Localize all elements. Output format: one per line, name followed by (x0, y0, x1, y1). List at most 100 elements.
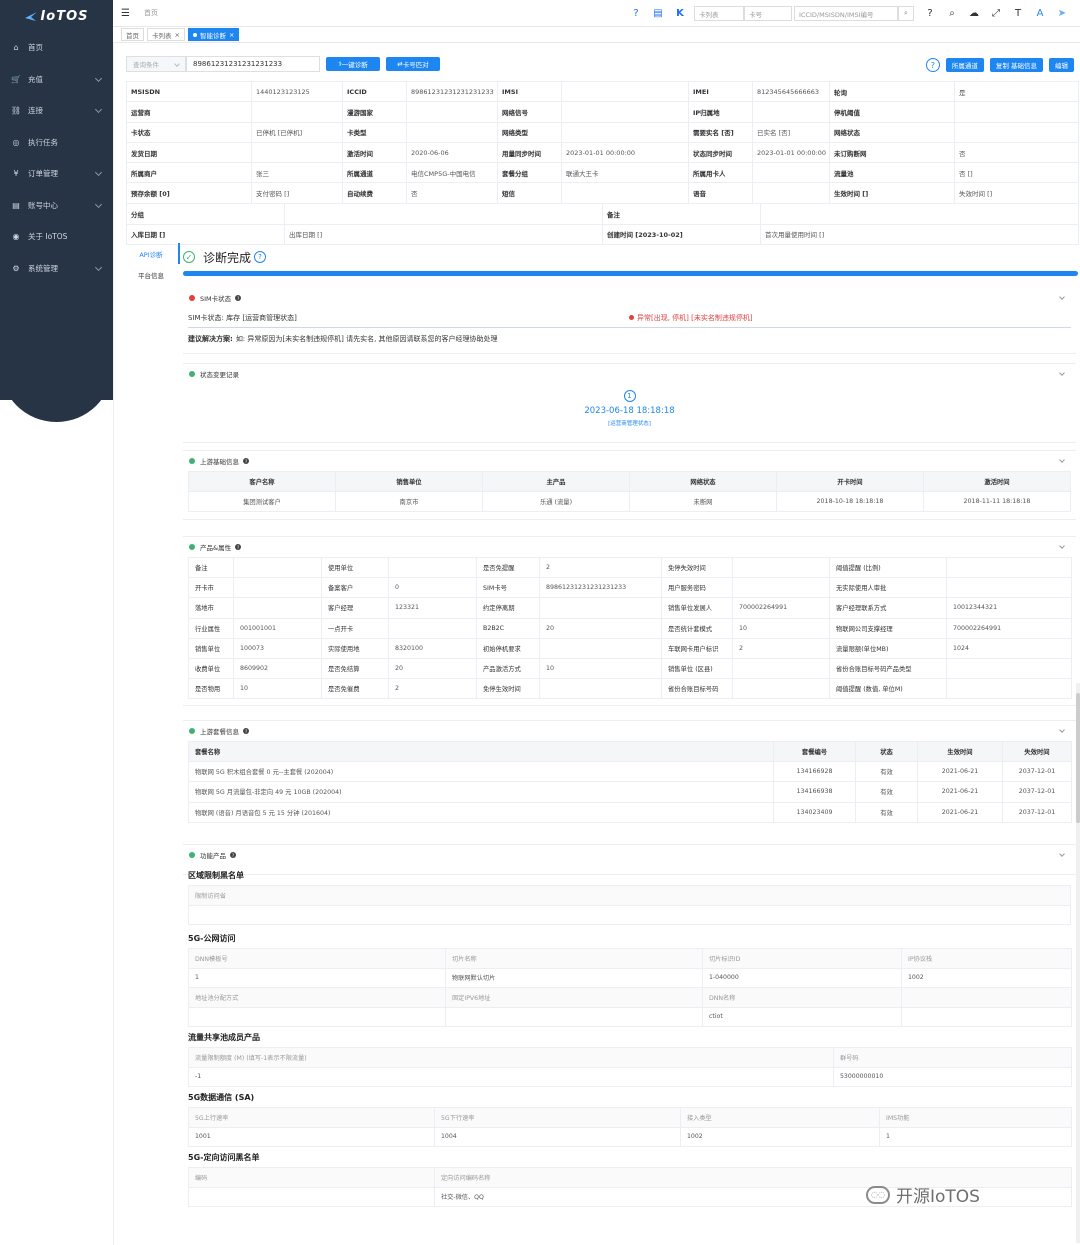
sidebar-item[interactable]: ⚙ 系统管理 (0, 253, 113, 285)
field-value: 100073 (233, 637, 322, 659)
scrollbar-thumb[interactable] (1076, 693, 1080, 823)
chevron-down-icon[interactable] (1059, 294, 1065, 300)
table-row: 备注 使用单位 是否免提醒 2 免停失效时间 阈值提醒 (比例) (188, 556, 1072, 579)
wechat-icon: ◌◌ (866, 1185, 890, 1204)
help-icon[interactable]: ? (628, 6, 644, 22)
field-value: 10 (732, 617, 830, 639)
font-size-icon[interactable]: T (1010, 6, 1026, 22)
field-label: 短信 (497, 182, 562, 204)
help-icon[interactable]: ? (235, 295, 242, 301)
hamburger-icon[interactable]: ☰ (121, 8, 130, 19)
timeline-step-icon: 1 (623, 390, 636, 402)
field-label: 创建时间 [2023-10-02] (602, 223, 761, 245)
avatar[interactable]: ➤ (1054, 6, 1070, 22)
sidebar-item[interactable]: ◎ 执行任务 (0, 127, 113, 159)
chevron-down-icon[interactable] (1059, 457, 1065, 463)
table-header-cell: 切片名称 (445, 948, 703, 969)
field-value: 否 (406, 182, 498, 204)
edit-button[interactable]: 编辑 (1049, 58, 1074, 72)
field-label: 状态同步时间 (688, 141, 753, 164)
field-value: 电信CMP5G-中国电信 (406, 162, 498, 184)
field-value: 出库日期 [] (284, 223, 603, 245)
sidebar-item[interactable]: ¥ 订单管理 (0, 158, 113, 190)
func-products-header[interactable]: 功能产品 ? (183, 845, 1076, 865)
sim-status-header[interactable]: SIM卡状态 ? (183, 288, 1076, 308)
table-header-row: 客户名称 销售单位 主产品 网络状态 开卡时间 激活时间 (188, 470, 1071, 493)
field-value (752, 101, 830, 123)
diagnose-panel: ✓ 诊断完成 ? (183, 243, 1078, 276)
logo[interactable]: IoTOS (0, 0, 113, 32)
field-label: 自动续费 (342, 182, 407, 204)
card-list-select[interactable]: 卡列表 (694, 6, 744, 21)
help-icon[interactable]: ? (925, 58, 940, 72)
sa-5g-title: 5G数据通信 (SA) (188, 1092, 255, 1102)
sidebar-item-label: 充值 (28, 74, 43, 84)
help-icon[interactable]: ? (230, 852, 236, 858)
document-icon[interactable]: ▤ (650, 6, 666, 22)
product-attr-header[interactable]: 产品&属性 ? (183, 537, 1076, 557)
query-condition-select[interactable]: 查询条件 (126, 56, 186, 72)
compare-button[interactable]: ⇄ 卡号匹对 (386, 57, 440, 71)
card-number-select[interactable]: 卡号 (744, 6, 792, 21)
sidebar-item[interactable]: ▤ 账号中心 (0, 190, 113, 222)
help-icon[interactable]: ? (243, 728, 249, 734)
table-row: 运营商 漫游国家 网络信号 IP归属地 停机阈值 (126, 101, 1079, 123)
state-change-header[interactable]: 状态变更记录 (183, 364, 1076, 384)
sidebar-item[interactable]: ⌂ 首页 (0, 32, 113, 64)
field-value (946, 657, 1072, 680)
cloud-icon[interactable]: ☁ (966, 6, 982, 22)
tab-item[interactable]: 卡列表 × (147, 28, 185, 41)
upstream-basic-header[interactable]: 上游基础信息 ? (183, 451, 1076, 471)
help-icon[interactable]: ? (254, 251, 267, 263)
card-number-input[interactable]: 89861231231231231233 (186, 56, 320, 72)
card-number-select-value: 卡号 (749, 10, 762, 19)
help-icon[interactable]: ? (235, 544, 242, 550)
field-label: 约定停离期 (476, 597, 540, 619)
translate-icon[interactable]: A (1032, 6, 1048, 22)
search-icon[interactable]: ⌕ (898, 6, 914, 21)
sidebar-item[interactable]: 🛒 充值 (0, 64, 113, 96)
close-icon[interactable]: × (175, 31, 180, 39)
brand-icon[interactable]: K (672, 6, 688, 22)
diagnose-tab[interactable]: 平台信息 (122, 264, 180, 285)
chevron-down-icon[interactable] (1059, 370, 1065, 376)
chevron-down-icon[interactable] (1059, 543, 1065, 549)
tab-active[interactable]: 智能诊断 × (187, 28, 240, 41)
breadcrumb[interactable]: 首页 (144, 8, 158, 18)
sidebar-item[interactable]: ◉ 关于 IoTOS (0, 221, 113, 253)
sidebar-item[interactable]: ⛓ 连接 (0, 95, 113, 127)
channel-button[interactable]: 所属通道 (945, 58, 984, 72)
tab-label: 卡列表 (152, 31, 172, 40)
help-icon[interactable]: ? (243, 458, 249, 464)
copy-info-button[interactable]: 复制 基础信息 (989, 58, 1043, 72)
upstream-plan-header[interactable]: 上游套餐信息 ? (183, 721, 1076, 741)
table-header-cell: 套餐名称 (188, 740, 774, 763)
field-label: 漫游国家 (342, 101, 407, 123)
field-value (233, 556, 322, 579)
field-label: 套餐分组 (497, 162, 562, 184)
upstream-basic-table: 客户名称 销售单位 主产品 网络状态 开卡时间 激活时间 集团测试客户 南京市 乐通 (流量) 未… (188, 470, 1071, 513)
field-value (561, 80, 689, 103)
chevron-down-icon[interactable] (1059, 851, 1065, 857)
chevron-down-icon[interactable] (1059, 727, 1065, 733)
upstream-plan-table: 套餐名称 套餐编号 状态 生效时间 失效时间 物联网 5G 积木组合套餐 0 元--主套餐… (188, 740, 1072, 823)
close-icon[interactable]: × (229, 31, 234, 39)
directed-blacklist-title: 5G-定向访问黑名单 (188, 1152, 260, 1162)
question-icon[interactable]: ? (922, 6, 938, 22)
field-value (946, 556, 1072, 579)
search-icon[interactable]: ⌕ (944, 6, 960, 22)
field-label: 收费单位 (188, 657, 234, 680)
field-label: 是否免催费 (321, 678, 389, 700)
field-value (732, 678, 830, 700)
diagnose-tab[interactable]: API诊断 (122, 243, 180, 264)
field-value: 2 (388, 678, 477, 700)
diagnose-button[interactable]: ⚕ 一键诊断 (326, 57, 380, 71)
table-header-cell (901, 987, 1072, 1008)
fullscreen-icon[interactable]: ⤢ (988, 6, 1004, 22)
field-value (388, 617, 477, 639)
tab-item[interactable]: 首页 (121, 28, 144, 41)
sidebar-item-label: 执行任务 (28, 137, 58, 147)
table-row: ctiot (188, 1006, 1072, 1027)
card-search-input[interactable]: ICCID/MSISDN/IMSI编号 (794, 6, 898, 21)
table-row: 发货日期 激活时间 2020-06-06 用量同步时间 2023-01-01 00:00… (126, 141, 1079, 164)
